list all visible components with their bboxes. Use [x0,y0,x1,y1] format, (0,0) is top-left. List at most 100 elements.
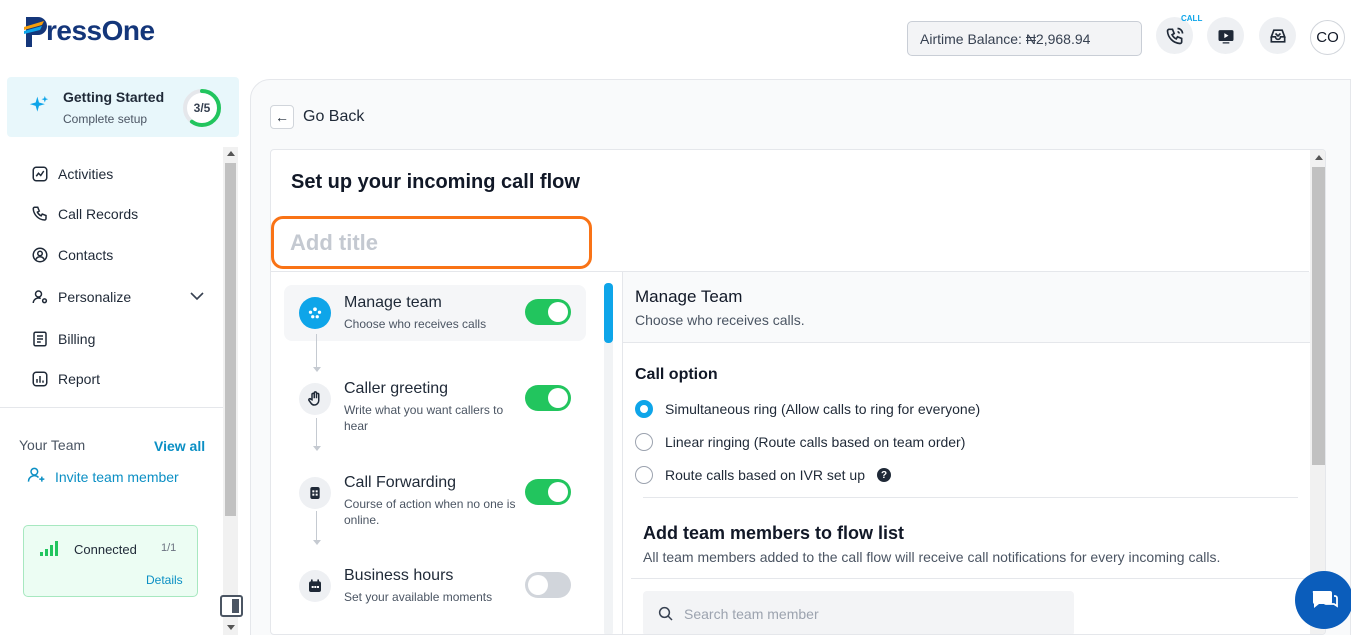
phone-icon [30,204,50,224]
view-all-link[interactable]: View all [154,438,205,454]
option-label: Route calls based on IVR set up [665,467,866,483]
nav-label: Contacts [58,247,114,263]
nav-label: Call Records [58,206,139,222]
step-name: Caller greeting [344,380,449,397]
inbox-button[interactable] [1259,17,1296,54]
search-icon [658,606,673,621]
user-circle-icon [30,245,50,265]
step-connector [316,418,317,448]
chat-icon [1312,591,1338,608]
step-manage-team[interactable]: Manage team Choose who receives calls [284,285,586,341]
collapse-sidebar-button[interactable] [220,595,243,617]
sidebar-divider [0,407,223,408]
nav-billing[interactable]: Billing [30,328,95,350]
nav-call-records[interactable]: Call Records [30,203,138,225]
option-label: Linear ringing (Route calls based on tea… [665,434,966,450]
getting-started-title: Getting Started [63,89,165,105]
nav-label: Personalize [58,289,132,305]
nav-contacts[interactable]: Contacts [30,244,113,266]
connection-status: Connected [74,542,137,557]
step-business-hours[interactable]: Business hours Set your available moment… [284,558,586,614]
step-desc: Choose who receives calls [344,317,487,331]
user-plus-icon [26,465,46,488]
manage-team-toggle[interactable] [525,299,571,325]
team-icon [299,297,331,329]
nav-label: Activities [58,166,114,182]
panel-divider [643,497,1298,498]
connection-details-link[interactable]: Details [146,573,183,587]
user-avatar[interactable]: CO [1310,20,1345,55]
invite-team-member-button[interactable]: Invite team member [26,465,179,488]
chart-icon [30,369,50,389]
step-call-forwarding[interactable]: Call Forwarding Course of action when no… [284,465,586,527]
step-caller-greeting[interactable]: Caller greeting Write what you want call… [284,371,586,433]
option-linear-ringing[interactable]: Linear ringing (Route calls based on tea… [635,433,965,451]
go-back-button[interactable]: ← Go Back [270,105,364,129]
step-name: Business hours [344,567,454,584]
step-name: Manage team [344,294,442,311]
scroll-up-icon[interactable] [1315,155,1323,160]
go-back-label: Go Back [303,108,365,125]
radio-unselected[interactable] [635,433,653,451]
step-connector [316,511,317,541]
option-simultaneous-ring[interactable]: Simultaneous ring (Allow calls to ring f… [635,400,980,418]
sidebar-scroll-thumb[interactable] [225,163,236,516]
activity-icon [30,164,50,184]
scroll-up-icon[interactable] [227,151,235,156]
nav-activities[interactable]: Activities [30,163,113,185]
video-tutorial-button[interactable] [1207,17,1244,54]
nav-label: Billing [58,331,96,347]
step-name: Call Forwarding [344,474,457,491]
signal-icon [40,541,58,556]
live-chat-button[interactable] [1295,571,1351,629]
nav-label: Report [58,371,101,387]
user-settings-icon [30,287,50,307]
add-members-heading: Add team members to flow list [643,523,905,543]
receipt-icon [30,329,50,349]
radio-selected[interactable] [635,400,653,418]
caller-greeting-toggle[interactable] [525,385,571,411]
connection-count: 1/1 [161,542,177,554]
option-label: Simultaneous ring (Allow calls to ring f… [665,401,981,417]
connection-status-card: Connected 1/1 Details [23,525,198,597]
connector-arrow-icon [313,540,321,545]
chevron-down-icon[interactable] [189,289,205,307]
nav-personalize[interactable]: Personalize [30,286,131,308]
play-video-icon [1218,29,1233,43]
panel-title: Manage Team [635,287,743,306]
search-team-member-box[interactable] [643,591,1074,634]
radio-unselected[interactable] [635,466,653,484]
call-option-heading: Call option [635,366,718,383]
connector-arrow-icon [313,446,321,451]
logo-mark-icon [22,14,50,48]
getting-started-card[interactable]: Getting Started Complete setup 3/5 [7,77,239,137]
card-scroll-thumb[interactable] [1312,167,1325,465]
wave-hand-icon [299,383,331,415]
logo-text: ressOne [46,15,155,46]
step-connector [316,334,317,368]
search-team-member-input[interactable] [684,605,1064,622]
nav-report[interactable]: Report [30,368,100,390]
step-desc: Set your available moments [344,590,493,604]
add-members-subtitle: All team members added to the call flow … [643,549,1221,565]
flow-title-input[interactable] [271,216,592,269]
help-icon[interactable]: ? [877,468,892,482]
steps-scroll-thumb[interactable] [604,283,613,343]
your-team-label: Your Team [19,437,86,453]
call-tag: CALL [1181,14,1203,23]
page-title: Set up your incoming call flow [291,171,580,193]
call-forwarding-toggle[interactable] [525,479,571,505]
manage-team-panel: Manage Team Choose who receives calls. C… [622,272,1311,634]
panel-subtitle: Choose who receives calls. [635,312,805,328]
invite-label: Invite team member [55,468,179,485]
pressone-logo[interactable]: ressOne [22,14,155,48]
call-flow-card: Set up your incoming call flow Manage te… [270,149,1326,635]
inbox-icon [1269,28,1286,43]
scroll-down-icon[interactable] [227,625,235,630]
step-desc: Course of action when no one is online. [344,497,516,527]
getting-started-subtitle: Complete setup [63,112,148,126]
calendar-icon [299,570,331,602]
option-ivr-routing[interactable]: Route calls based on IVR set up ? [635,466,892,484]
business-hours-toggle[interactable] [525,572,571,598]
airtime-balance[interactable]: Airtime Balance: ₦2,968.94 [907,21,1142,56]
